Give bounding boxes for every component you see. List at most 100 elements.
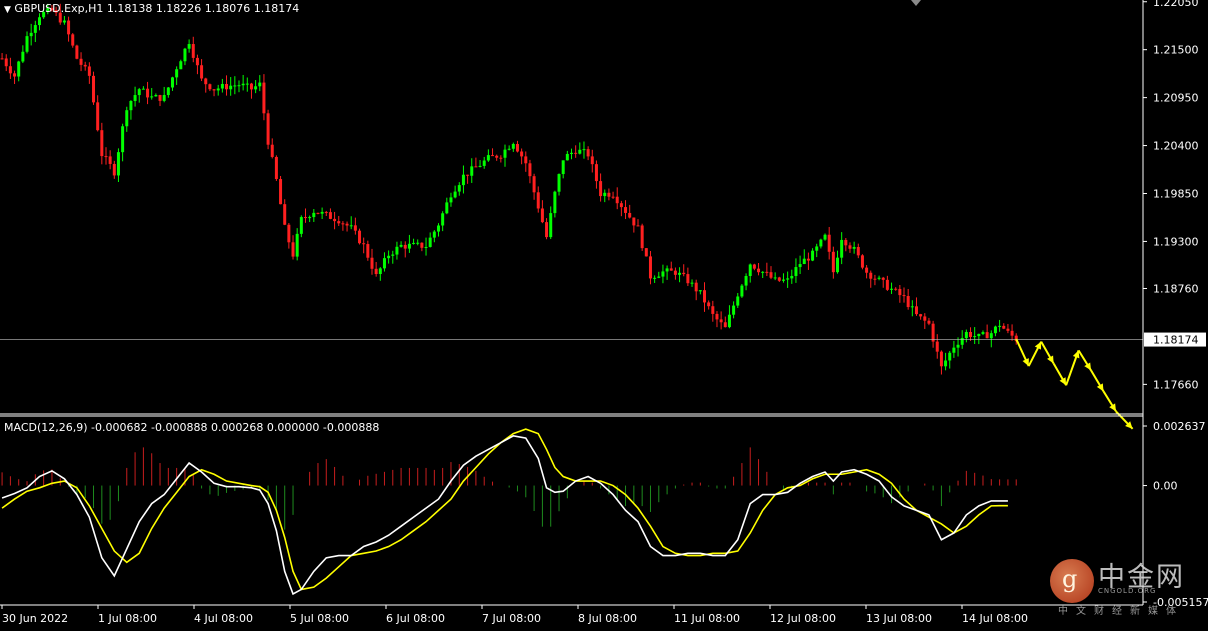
candle-body <box>395 246 399 255</box>
symbol-header: ▼ GBPUSD.Exp,H1 1.18138 1.18226 1.18076 … <box>4 2 299 15</box>
candle-body <box>212 89 216 91</box>
candle-body <box>141 88 145 90</box>
logo-slogan: 中文财经新媒体 <box>1058 606 1184 617</box>
time-axis-label: 4 Jul 08:00 <box>194 612 253 625</box>
candle-body <box>312 212 316 218</box>
candle-body <box>902 295 906 297</box>
candle-body <box>786 278 790 280</box>
candle-body <box>969 331 973 337</box>
candle-body <box>183 48 187 62</box>
candle-body <box>885 279 889 290</box>
candle-body <box>387 255 391 259</box>
candle-body <box>79 58 83 65</box>
candle-body <box>92 75 96 103</box>
candle-body <box>274 156 278 180</box>
candle-body <box>258 82 262 87</box>
time-axis-label: 30 Jun 2022 <box>2 612 68 625</box>
candle-body <box>682 272 686 275</box>
candle-body <box>33 25 37 33</box>
candle-body <box>944 360 948 367</box>
candle-body <box>116 152 120 176</box>
price-axis-label: 1.22050 <box>1153 0 1199 9</box>
candle-body <box>615 196 619 204</box>
candle-body <box>208 84 212 90</box>
candle-body <box>225 83 229 90</box>
candle-body <box>719 319 723 323</box>
candle-body <box>939 351 943 367</box>
candle-body <box>112 163 116 176</box>
candle-body <box>865 267 869 273</box>
candle-body <box>802 258 806 265</box>
candle-body <box>96 102 100 131</box>
candle-body <box>337 221 341 224</box>
candle-body <box>412 242 416 244</box>
candle-body <box>773 277 777 279</box>
price-axis-label: 1.21500 <box>1153 44 1199 57</box>
candle-body <box>233 85 237 87</box>
candle-body <box>341 223 345 225</box>
candle-body <box>432 231 436 238</box>
time-axis-label: 13 Jul 08:00 <box>866 612 932 625</box>
candle-body <box>781 279 785 281</box>
candle-body <box>478 165 482 167</box>
candle-body <box>860 255 864 268</box>
candle-body <box>279 179 283 205</box>
candle-body <box>416 242 420 244</box>
candle-body <box>524 156 528 164</box>
candle-body <box>420 242 424 248</box>
candle-body <box>511 143 515 149</box>
candle-body <box>67 20 71 35</box>
candle-body <box>657 276 661 278</box>
candle-body <box>453 191 457 198</box>
candle-body <box>757 268 761 273</box>
candle-body <box>694 282 698 292</box>
candle-body <box>266 113 270 145</box>
candle-body <box>108 156 112 164</box>
candle-body <box>121 126 125 153</box>
candle-body <box>923 316 927 321</box>
candle-body <box>632 217 636 226</box>
candle-body <box>374 268 378 275</box>
trading-chart[interactable]: 1.22050 1.21500 1.20950 1.20400 1.19850 1.193… <box>0 0 1208 627</box>
candle-body <box>21 51 25 62</box>
candle-body <box>898 288 902 296</box>
candle-body <box>324 211 328 213</box>
candle-body <box>4 58 8 67</box>
candle-body <box>673 270 677 275</box>
macd-axis-label: 0.002637 <box>1153 420 1206 433</box>
candle-body <box>686 274 690 284</box>
watermark-logo: g 中金网 CNGOLD.ORG 中文财经新媒体 <box>1050 555 1200 617</box>
candle-body <box>129 100 133 111</box>
price-axis-label: 1.17660 <box>1153 378 1199 391</box>
candle-body <box>831 251 835 273</box>
candle-body <box>162 95 166 101</box>
candle-body <box>545 222 549 238</box>
candle-body <box>599 181 603 197</box>
candle-body <box>624 207 628 213</box>
candle-body <box>561 160 565 175</box>
candle-body <box>191 44 195 58</box>
candle-body <box>166 87 170 96</box>
candle-body <box>736 296 740 306</box>
candle-body <box>507 148 511 150</box>
candle-body <box>536 192 540 209</box>
candle-body <box>428 237 432 247</box>
candle-body <box>200 65 204 79</box>
candle-body <box>570 152 573 154</box>
candle-body <box>8 66 12 74</box>
candle-body <box>499 157 503 159</box>
candle-body <box>761 271 765 273</box>
candle-body <box>653 277 657 279</box>
candle-body <box>179 61 183 70</box>
candle-body <box>765 271 769 273</box>
candle-body <box>195 57 199 66</box>
candle-body <box>100 130 104 157</box>
candle-body <box>25 36 29 52</box>
candle-body <box>308 217 312 219</box>
candle-body <box>382 258 386 269</box>
chart-canvas[interactable]: 1.22050 1.21500 1.20950 1.20400 1.19850 1.193… <box>0 0 1208 627</box>
candle-body <box>491 155 495 157</box>
collapse-triangle-icon[interactable]: ▼ <box>4 5 11 15</box>
candle-body <box>366 244 370 258</box>
candle-body <box>299 217 303 234</box>
